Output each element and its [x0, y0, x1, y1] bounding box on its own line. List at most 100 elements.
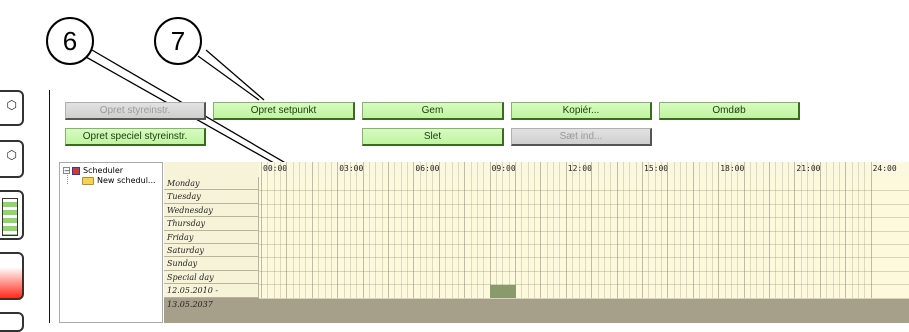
opret-speciel-styreinstr-button[interactable]: Opret speciel styreinstr. — [65, 128, 206, 146]
tree-node-scheduler[interactable]: − Scheduler — [63, 166, 123, 175]
time-gridline — [654, 162, 656, 298]
time-gridline — [362, 162, 364, 298]
time-gridline — [356, 162, 358, 298]
time-gridline — [299, 162, 301, 298]
time-gridline — [413, 162, 415, 298]
collapse-icon[interactable]: − — [63, 167, 70, 175]
time-gridline — [737, 162, 739, 298]
time-gridline — [845, 162, 847, 298]
time-gridline — [724, 162, 726, 298]
hour-label: 09:00 — [489, 163, 518, 174]
tool-box-icon-1[interactable]: ⬡ — [0, 90, 24, 126]
tool-list-icon[interactable] — [0, 190, 24, 240]
hour-label: 21:00 — [794, 163, 823, 174]
hour-label: 12:00 — [565, 163, 594, 174]
time-gridline — [807, 162, 809, 298]
time-gridline — [483, 162, 485, 298]
time-gridline — [375, 162, 377, 298]
time-gridline — [540, 162, 542, 298]
time-gridline — [673, 162, 675, 298]
time-gridline — [591, 162, 593, 298]
opret-setpunkt-button[interactable]: Opret setpunkt — [213, 102, 355, 120]
time-gridline — [667, 162, 669, 298]
grid-empty-area — [164, 298, 909, 323]
schedule-grid: 00:00 03:00 06:00 09:00 12:00 15:00 18:00 21:00… — [164, 162, 909, 323]
time-gridline — [622, 162, 624, 298]
cube-icon: ⬡ — [6, 148, 17, 162]
hour-label: 00:00 — [261, 163, 290, 174]
time-gridline — [800, 162, 802, 298]
time-gridline — [769, 162, 770, 298]
time-gridline — [400, 162, 402, 298]
time-gridline — [546, 162, 548, 298]
time-gridline — [267, 162, 269, 298]
callout-7: 7 — [154, 17, 202, 65]
time-gridline — [832, 162, 834, 298]
time-gridline — [661, 162, 663, 298]
folder-icon — [82, 176, 94, 185]
day-label: Saturday — [164, 244, 259, 258]
saet-ind-button[interactable]: Sæt ind... — [511, 128, 652, 146]
day-label: Special day — [164, 270, 259, 285]
time-gridline — [305, 162, 307, 298]
time-gridline — [788, 162, 790, 298]
time-gridline — [426, 162, 428, 298]
callout-6-label: 6 — [62, 25, 78, 56]
time-gridline — [603, 162, 605, 298]
tool-red-gauge-icon[interactable] — [0, 252, 24, 300]
time-gridline — [597, 162, 599, 298]
time-gridline — [781, 162, 783, 298]
time-gridline — [559, 162, 561, 298]
time-gridline — [318, 162, 320, 298]
time-gridline — [343, 162, 345, 298]
time-gridline — [610, 162, 612, 298]
opret-styreinstr-button[interactable]: Opret styreinstr. — [65, 102, 206, 120]
time-gridline — [489, 162, 491, 298]
time-gridline — [819, 162, 821, 298]
time-gridline — [648, 162, 650, 298]
hour-label: 24:00 — [870, 163, 899, 174]
time-gridline — [756, 162, 758, 298]
time-gridline — [864, 162, 866, 298]
time-gridline — [584, 162, 586, 298]
time-gridline — [572, 162, 574, 298]
time-gridline — [686, 162, 688, 298]
time-gridline — [457, 162, 459, 298]
time-gridline — [743, 162, 745, 298]
hour-label: 18:00 — [718, 163, 747, 174]
time-gridline — [730, 162, 732, 298]
scheduler-tree: − Scheduler New schedul... — [59, 162, 163, 323]
time-gridline — [521, 162, 523, 298]
time-gridline — [534, 162, 536, 298]
time-gridline — [381, 162, 383, 298]
time-gridline — [578, 162, 580, 298]
time-gridline — [635, 162, 637, 298]
day-label: Thursday — [164, 217, 259, 231]
time-gridline — [495, 162, 497, 298]
time-gridline — [280, 162, 282, 298]
time-gridline — [775, 162, 777, 298]
day-label: Monday — [164, 177, 259, 191]
time-gridline — [515, 162, 516, 298]
gem-button[interactable]: Gem — [362, 102, 504, 120]
time-gridline — [565, 162, 567, 298]
time-gridline — [680, 162, 682, 298]
hour-label: 06:00 — [413, 163, 442, 174]
separator — [49, 90, 50, 323]
callout-6: 6 — [46, 17, 94, 65]
scheduler-icon — [72, 166, 80, 175]
time-gridline — [718, 162, 720, 298]
time-gridline — [553, 162, 555, 298]
omdob-button[interactable]: Omdøb — [659, 102, 800, 120]
tree-node-new-schedule-label: New schedul... — [97, 176, 156, 185]
schedule-block[interactable] — [489, 285, 516, 298]
tree-node-scheduler-label: Scheduler — [83, 166, 124, 175]
time-gridline — [286, 162, 288, 298]
hour-label: 03:00 — [337, 163, 366, 174]
slet-button[interactable]: Slet — [362, 128, 504, 146]
time-gridline — [407, 162, 409, 298]
kopier-button[interactable]: Kopiér... — [511, 102, 652, 120]
tree-node-new-schedule[interactable]: New schedul... — [82, 176, 156, 185]
tool-box-icon-2[interactable]: ⬡ — [0, 140, 24, 178]
tool-partial-icon[interactable] — [0, 312, 24, 332]
